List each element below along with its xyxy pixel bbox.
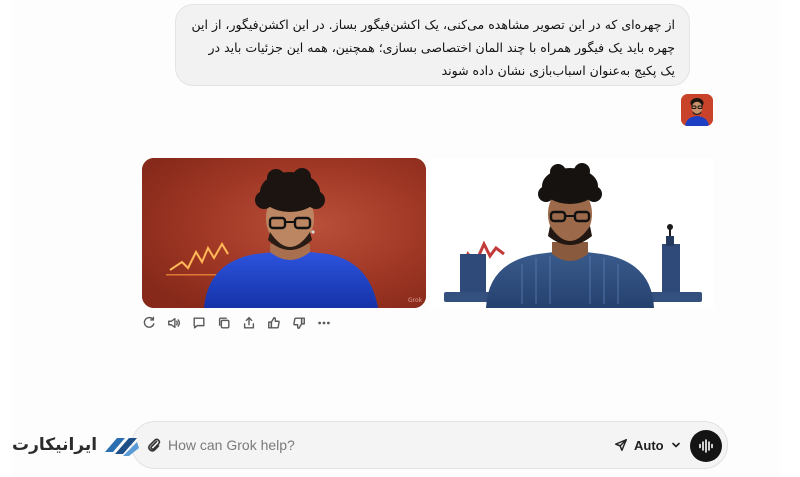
mode-label: Auto — [634, 437, 664, 453]
prompt-input[interactable] — [168, 434, 568, 456]
response-action-bar — [141, 314, 331, 332]
generated-portrait-image: Grok — [142, 158, 426, 308]
thumbs-up-icon[interactable] — [266, 316, 281, 331]
watermark-logo: ایرانیکارت — [12, 430, 141, 460]
generated-image-2[interactable] — [430, 158, 714, 308]
prompt-composer: Auto — [131, 421, 728, 469]
svg-text:Grok: Grok — [408, 297, 423, 304]
voice-mode-button[interactable] — [690, 430, 722, 462]
rocket-icon — [615, 439, 627, 451]
user-avatar — [681, 94, 713, 126]
user-message-bubble: از چهره‌ای که در این تصویر مشاهده می‌کنی… — [175, 4, 690, 86]
attach-icon[interactable] — [146, 437, 162, 453]
user-photo-icon — [681, 94, 713, 126]
generated-action-figure-image — [430, 158, 714, 308]
generated-image-1[interactable]: Grok — [142, 158, 426, 308]
waveform-icon — [699, 439, 713, 453]
chevron-down-icon — [671, 442, 680, 448]
read-aloud-icon[interactable] — [166, 316, 181, 331]
copy-icon[interactable] — [216, 316, 231, 331]
chat-area: از چهره‌ای که در این تصویر مشاهده می‌کنی… — [12, 0, 780, 477]
mode-selector[interactable]: Auto — [614, 434, 682, 456]
regenerate-icon[interactable] — [141, 316, 156, 331]
comment-icon[interactable] — [191, 316, 206, 331]
share-icon[interactable] — [241, 316, 256, 331]
user-message-text: از چهره‌ای که در این تصویر مشاهده می‌کنی… — [191, 17, 676, 78]
more-icon[interactable] — [316, 316, 331, 331]
logo-icon — [105, 438, 140, 456]
thumbs-down-icon[interactable] — [291, 316, 306, 331]
watermark-text: ایرانیکارت — [12, 435, 98, 455]
